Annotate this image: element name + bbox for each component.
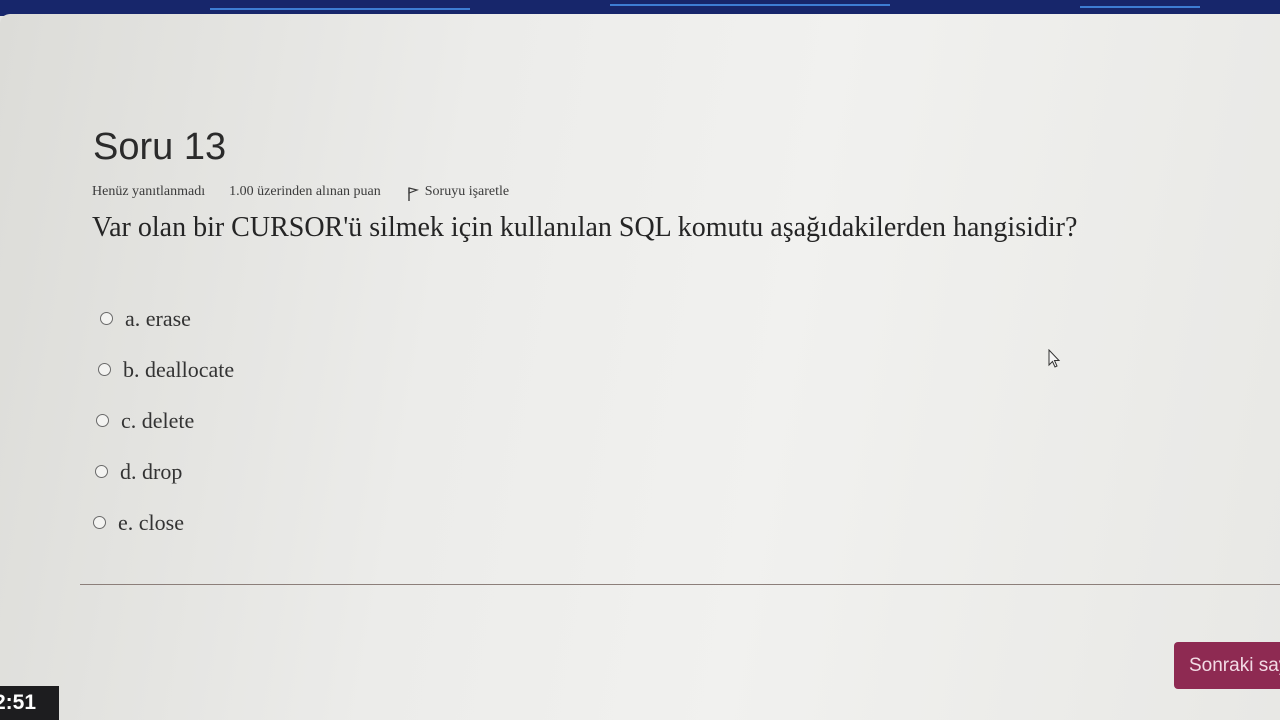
radio-button[interactable]	[98, 363, 111, 376]
question-title: Soru 13	[93, 126, 227, 168]
answer-option-d[interactable]: d. drop	[95, 446, 234, 497]
question-text: Var olan bir CURSOR'ü silmek için kullan…	[92, 212, 1078, 243]
question-points: 1.00 üzerinden alınan puan	[229, 184, 381, 199]
answer-option-a[interactable]: a. erase	[100, 293, 234, 344]
answer-label: b. deallocate	[123, 356, 235, 382]
answer-option-b[interactable]: b. deallocate	[98, 344, 234, 395]
answer-label: a. erase	[125, 305, 191, 331]
radio-button[interactable]	[93, 516, 106, 529]
next-page-button[interactable]: Sonraki sayfa	[1174, 642, 1280, 689]
banner-decoration	[1080, 6, 1200, 8]
answer-option-e[interactable]: e. close	[93, 497, 234, 548]
flag-icon	[407, 187, 419, 201]
taskbar-clock: 2:51	[0, 686, 59, 720]
flag-question-link[interactable]: Soruyu işaretle	[407, 184, 510, 201]
answer-option-c[interactable]: c. delete	[96, 395, 234, 446]
mouse-pointer-icon	[1048, 348, 1062, 369]
banner-decoration	[610, 4, 890, 6]
radio-button[interactable]	[96, 414, 109, 427]
answer-list: a. erase b. deallocate c. delete d. drop…	[93, 293, 234, 548]
answer-label: c. delete	[121, 407, 195, 433]
answer-label: e. close	[118, 509, 184, 535]
flag-question-label: Soruyu işaretle	[424, 184, 510, 199]
radio-button[interactable]	[95, 465, 108, 478]
question-status: Henüz yanıtlanmadı	[92, 184, 206, 199]
radio-button[interactable]	[100, 312, 113, 325]
question-info: Henüz yanıtlanmadı 1.00 üzerinden alınan…	[92, 184, 510, 201]
section-divider	[80, 584, 1280, 585]
banner-decoration	[210, 8, 470, 10]
answer-label: d. drop	[120, 458, 183, 484]
